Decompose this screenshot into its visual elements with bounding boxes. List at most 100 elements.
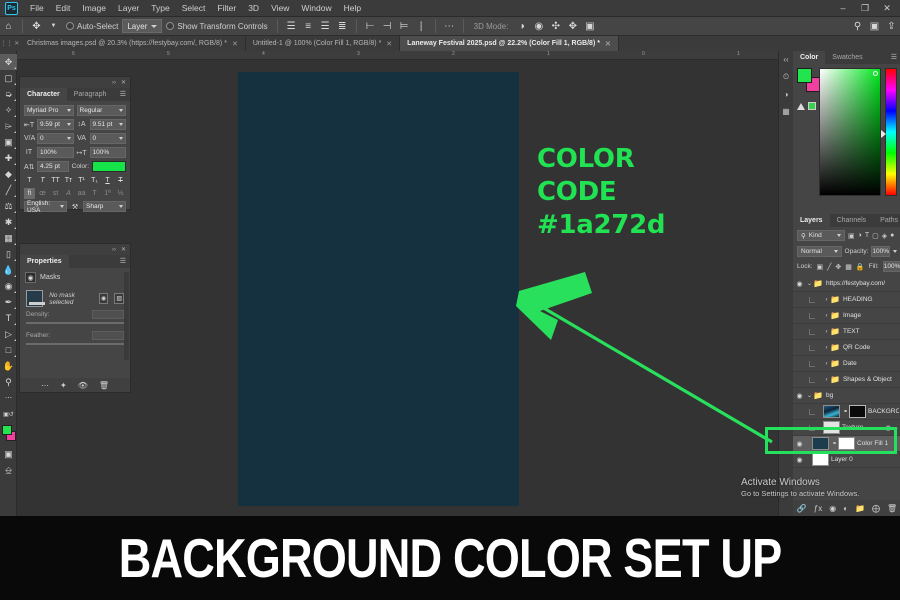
distribute-h-icon[interactable]: ≣: [334, 18, 351, 35]
baseline-shift-input[interactable]: 4.25 pt: [37, 161, 69, 172]
tab-paths[interactable]: Paths: [873, 214, 900, 227]
menu-item-filter[interactable]: Filter: [211, 0, 242, 17]
show-transform-controls-checkbox[interactable]: Show Transform Controls: [162, 22, 271, 31]
lock-all-icon[interactable]: 🔒: [856, 263, 865, 271]
align-right-icon[interactable]: ☰: [317, 18, 334, 35]
home-icon[interactable]: ⌂: [0, 18, 17, 35]
type-tool[interactable]: T: [0, 310, 17, 326]
kerning-input[interactable]: 0: [37, 133, 74, 144]
tab-character[interactable]: Character: [20, 88, 67, 101]
foreground-color-swatch[interactable]: [2, 425, 12, 435]
zoom-tool[interactable]: ⚲: [0, 374, 17, 390]
align-center-v-icon[interactable]: ⊣: [379, 18, 396, 35]
chevron-right-icon[interactable]: ›: [823, 297, 830, 303]
align-top-icon[interactable]: ⊢: [362, 18, 379, 35]
menu-item-file[interactable]: File: [24, 0, 50, 17]
add-pixel-mask-icon[interactable]: ◉: [98, 293, 109, 304]
screen-mode-icon[interactable]: ⎒: [0, 462, 17, 478]
anti-alias-select[interactable]: Sharp: [83, 201, 126, 212]
hue-slider[interactable]: [885, 68, 897, 196]
pen-tool[interactable]: ✒: [0, 294, 17, 310]
panel-menu-icon[interactable]: ☰: [116, 88, 130, 101]
collapse-dock-icon[interactable]: ‹‹: [783, 55, 788, 64]
crop-tool[interactable]: ⌲: [0, 118, 17, 134]
search-icon[interactable]: ⚲: [849, 18, 866, 35]
close-icon[interactable]: ✕: [605, 40, 611, 48]
subscript-button[interactable]: T₁: [89, 175, 100, 186]
share-icon[interactable]: ⇪: [883, 18, 900, 35]
delete-icon[interactable]: 🗑: [99, 381, 109, 390]
roll-3d-icon[interactable]: ◉: [530, 18, 547, 35]
lasso-tool[interactable]: ➭: [0, 86, 17, 102]
align-bottom-icon[interactable]: ⊨: [396, 18, 413, 35]
pixel-filter-icon[interactable]: ▣: [848, 232, 855, 240]
spot-healing-tool[interactable]: ◆: [0, 166, 17, 182]
horizontal-scale-input[interactable]: 100%: [89, 147, 126, 158]
tab-paragraph[interactable]: Paragraph: [67, 88, 114, 101]
density-value-field[interactable]: [92, 310, 124, 319]
chevron-right-icon[interactable]: ›: [823, 345, 830, 351]
chevron-down-icon[interactable]: [893, 250, 897, 253]
brush-tool[interactable]: ╱: [0, 182, 17, 198]
font-size-input[interactable]: 9.59 pt: [37, 119, 74, 130]
ellipsis-icon[interactable]: ⋯: [441, 18, 458, 35]
collapse-icon[interactable]: ››: [112, 80, 116, 86]
distribute-v-icon[interactable]: ∣: [413, 18, 430, 35]
layer-thumbnail[interactable]: [823, 405, 840, 418]
minimize-button[interactable]: –: [832, 0, 854, 17]
lock-image-icon[interactable]: ╱: [827, 263, 831, 271]
all-caps-button[interactable]: TT: [50, 175, 61, 186]
tab-color[interactable]: Color: [793, 51, 826, 64]
layer-scope-dropdown[interactable]: Layer: [122, 19, 163, 33]
history-icon[interactable]: ⏲: [783, 72, 789, 82]
orbit-3d-icon[interactable]: ◑: [513, 18, 530, 35]
layer-mask-icon[interactable]: ◉: [829, 504, 836, 513]
document-tab-2[interactable]: Laneway Festival 2025.psd @ 22.2% (Color…: [400, 36, 619, 51]
hand-tool[interactable]: ✋: [0, 358, 17, 374]
pan-3d-icon[interactable]: ✣: [547, 18, 564, 35]
blend-mode-select[interactable]: Normal: [797, 246, 842, 257]
chevron-right-icon[interactable]: ›: [823, 329, 830, 335]
tab-swatches[interactable]: Swatches: [825, 51, 869, 64]
clone-stamp-tool[interactable]: ⚖: [0, 198, 17, 214]
strikethrough-button[interactable]: T: [115, 175, 126, 186]
document-canvas[interactable]: [238, 72, 519, 506]
marquee-tool[interactable]: ▢: [0, 70, 17, 86]
close-icon[interactable]: ✕: [232, 40, 238, 48]
opacity-value[interactable]: 100%: [871, 246, 890, 257]
document-tab-1[interactable]: Untitled-1 @ 100% (Color Fill 1, RGB/8) …: [245, 36, 401, 51]
foreground-color-swatch[interactable]: [797, 68, 812, 83]
density-slider[interactable]: [26, 322, 124, 324]
menu-item-view[interactable]: View: [265, 0, 295, 17]
quick-selection-tool[interactable]: ✧: [0, 102, 17, 118]
menu-item-edit[interactable]: Edit: [50, 0, 77, 17]
faux-bold-button[interactable]: T: [24, 175, 35, 186]
move-tool[interactable]: ✥: [0, 54, 17, 70]
collapse-icon[interactable]: ››: [112, 247, 116, 253]
blur-tool[interactable]: 💧: [0, 262, 17, 278]
workspace-icon[interactable]: ▣: [866, 18, 883, 35]
shape-filter-icon[interactable]: ▢: [872, 232, 879, 240]
default-colors-icon[interactable]: ▣↺: [0, 406, 17, 422]
slide-3d-icon[interactable]: ✥: [564, 18, 581, 35]
contextual-alternates-button[interactable]: œ: [37, 188, 48, 199]
text-color-swatch[interactable]: [92, 161, 126, 172]
gradient-tool[interactable]: ▯: [0, 246, 17, 262]
tab-layers[interactable]: Layers: [793, 214, 830, 227]
close-icon[interactable]: ✕: [121, 79, 126, 86]
delete-layer-icon[interactable]: 🗑: [887, 504, 897, 513]
menu-item-type[interactable]: Type: [145, 0, 175, 17]
faux-italic-button[interactable]: T: [37, 175, 48, 186]
edit-toolbar-button[interactable]: ⋯: [0, 390, 17, 406]
lock-position-icon[interactable]: ✥: [835, 263, 841, 271]
scale-3d-icon[interactable]: ▣: [581, 18, 598, 35]
layer-style-icon[interactable]: ƒx: [814, 504, 822, 513]
mask-thumbnail[interactable]: [26, 290, 46, 307]
libraries-icon[interactable]: ▦: [782, 107, 790, 116]
filter-toggle-icon[interactable]: ●: [890, 232, 894, 239]
eraser-tool[interactable]: ▦: [0, 230, 17, 246]
feather-value-field[interactable]: [92, 331, 124, 340]
color-swatches[interactable]: [0, 424, 17, 446]
mask-link-icon[interactable]: ⚭: [843, 408, 848, 415]
chevron-right-icon[interactable]: ›: [823, 361, 830, 367]
